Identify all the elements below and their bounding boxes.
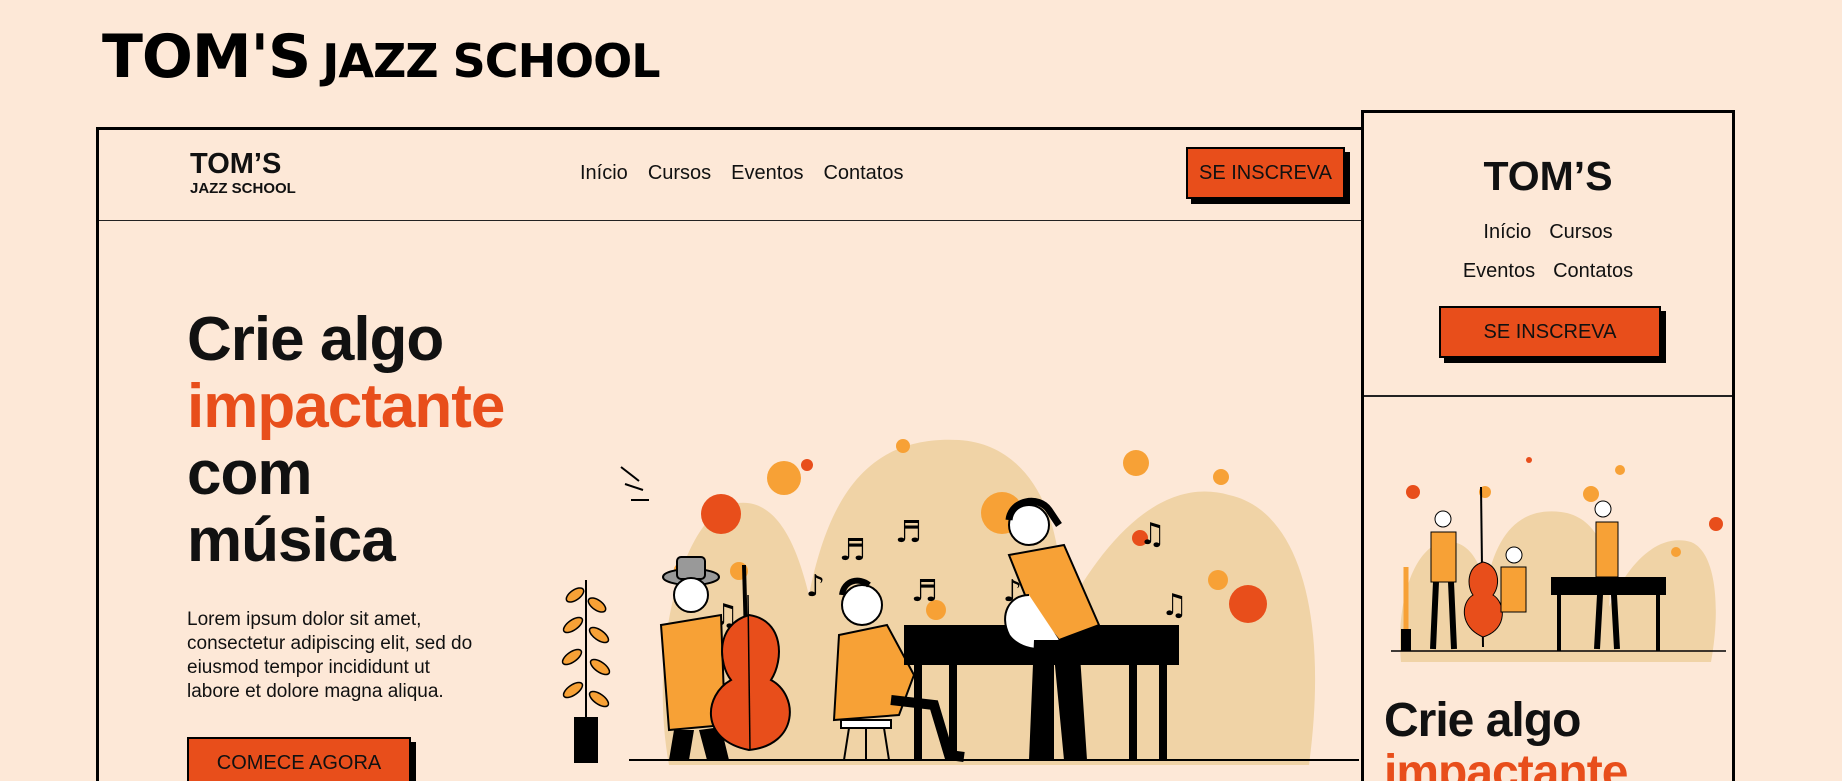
title-toms: TOM'S bbox=[102, 22, 311, 92]
hero-title-line4: música bbox=[187, 506, 396, 575]
sparkle-icon bbox=[620, 466, 649, 501]
nav-cursos[interactable]: Cursos bbox=[648, 162, 711, 185]
mobile-divider bbox=[1364, 395, 1732, 397]
mobile-nav-cursos[interactable]: Cursos bbox=[1549, 221, 1612, 244]
desktop-mockup: TOM’S JAZZ SCHOOL Início Cursos Eventos … bbox=[96, 127, 1366, 781]
svg-text:♪: ♪ bbox=[806, 569, 825, 604]
nav-contatos[interactable]: Contatos bbox=[823, 162, 903, 185]
svg-text:♫: ♫ bbox=[1139, 517, 1166, 552]
svg-text:♬: ♬ bbox=[911, 574, 938, 609]
desktop-header: TOM’S JAZZ SCHOOL Início Cursos Eventos … bbox=[99, 130, 1363, 221]
hero-title: Crie algo impactante com música bbox=[187, 305, 505, 575]
mobile-nav-eventos[interactable]: Eventos bbox=[1463, 260, 1535, 283]
hero-title-line1: Crie algo bbox=[187, 305, 444, 374]
mobile-signup-button[interactable]: SE INSCREVA bbox=[1439, 306, 1661, 358]
mobile-nav-contatos[interactable]: Contatos bbox=[1553, 260, 1633, 283]
nav-inicio[interactable]: Início bbox=[580, 162, 628, 185]
mobile-nav-inicio[interactable]: Início bbox=[1483, 221, 1531, 244]
hero-text: Lorem ipsum dolor sit amet, consectetur … bbox=[187, 609, 473, 702]
logo-line2: JAZZ SCHOOL bbox=[190, 180, 296, 197]
start-now-button[interactable]: COMECE AGORA bbox=[187, 737, 411, 781]
hero-title-accent: impactante bbox=[187, 372, 505, 441]
mobile-mockup: TOM’S Início Cursos Eventos Contatos SE … bbox=[1361, 110, 1735, 781]
jazz-band-illustration: ♬♬♪ ♫♬♪ ♫♫♬ bbox=[561, 439, 1359, 765]
signup-button[interactable]: SE INSCREVA bbox=[1186, 147, 1345, 199]
mobile-hero-title: Crie algo impactante bbox=[1384, 694, 1628, 781]
mobile-nav: Início Cursos Eventos Contatos bbox=[1364, 221, 1732, 299]
nav-eventos[interactable]: Eventos bbox=[731, 162, 803, 185]
svg-text:♬: ♬ bbox=[895, 515, 922, 550]
mobile-logo[interactable]: TOM’S bbox=[1364, 153, 1732, 200]
mobile-hero-title-line1: Crie algo bbox=[1384, 694, 1581, 747]
mobile-jazz-illustration bbox=[1391, 437, 1726, 662]
title-jazz-school: JAZZ SCHOOL bbox=[322, 34, 660, 88]
page-title: TOM'S JAZZ SCHOOL bbox=[102, 22, 661, 92]
mobile-hero-title-accent: impactante bbox=[1384, 746, 1628, 781]
desktop-nav: Início Cursos Eventos Contatos bbox=[580, 162, 904, 185]
svg-text:♬: ♬ bbox=[839, 533, 866, 568]
desktop-logo[interactable]: TOM’S JAZZ SCHOOL bbox=[190, 148, 296, 197]
svg-text:♫: ♫ bbox=[1161, 588, 1188, 623]
logo-line1: TOM’S bbox=[190, 148, 282, 180]
hero-title-line3: com bbox=[187, 439, 312, 508]
